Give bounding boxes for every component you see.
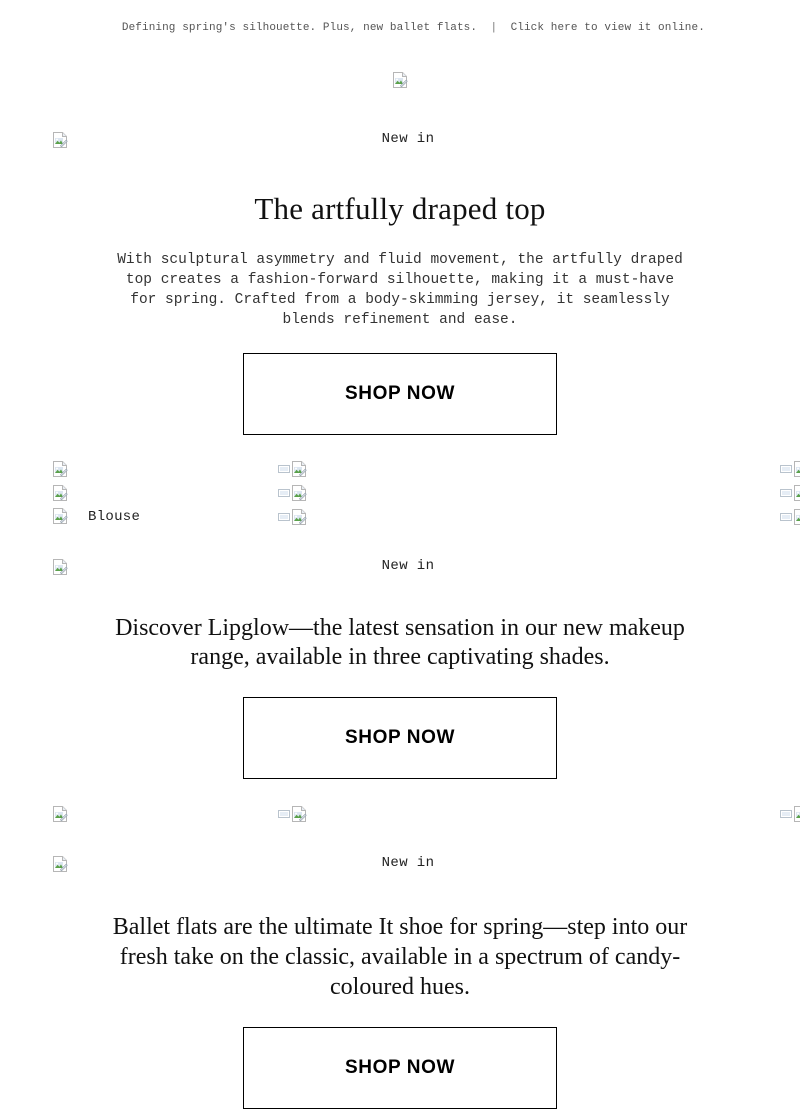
product-name: Blouse (88, 509, 141, 525)
page-title: The artfully draped top (254, 191, 546, 226)
broken-image-icon (392, 71, 408, 88)
section-eyebrow-lipglow: New in (0, 553, 800, 583)
image-frame-icon (780, 511, 793, 523)
product-column (533, 457, 800, 529)
section-eyebrow-ballet-flats: New in (0, 850, 800, 880)
section-body-artfully-draped-top: With sculptural asymmetry and fluid move… (117, 252, 683, 328)
image-frame-icon (780, 808, 793, 820)
section-eyebrow-artfully-draped-top: New in (0, 126, 800, 156)
shop-now-button[interactable]: SHOP NOW (243, 353, 557, 435)
product-image-cell[interactable] (0, 802, 267, 826)
product-label-cell[interactable]: Blouse (0, 505, 267, 529)
broken-image-icon (291, 805, 307, 822)
shop-now-button[interactable]: SHOP NOW (243, 1027, 557, 1109)
shop-now-button[interactable]: SHOP NOW (243, 697, 557, 779)
view-online-link[interactable]: Click here to view it online. (511, 22, 705, 34)
image-frame-icon (277, 463, 290, 475)
product-column (267, 802, 534, 826)
product-image-cell[interactable] (533, 457, 800, 481)
section-headline-lipglow: Discover Lipglow—the latest sensation in… (115, 615, 685, 670)
product-image-cell[interactable] (267, 481, 534, 505)
broken-image-icon (291, 484, 307, 501)
product-image-cell[interactable] (533, 802, 800, 826)
product-image-cell[interactable] (267, 802, 534, 826)
product-column (533, 802, 800, 826)
broken-image-icon (793, 508, 800, 525)
product-image-cell[interactable] (533, 481, 800, 505)
logo-row (0, 49, 800, 93)
eyebrow-label: New in (381, 855, 435, 871)
email-body: Defining spring's silhouette. Plus, new … (0, 0, 800, 1109)
broken-image-icon (52, 484, 68, 501)
image-frame-icon (277, 808, 290, 820)
image-frame-icon (780, 487, 793, 499)
image-frame-icon (277, 487, 290, 499)
eyebrow-label: New in (381, 131, 435, 147)
broken-image-icon (291, 508, 307, 525)
preheader: Defining spring's silhouette. Plus, new … (0, 0, 800, 49)
product-image-cell[interactable] (533, 505, 800, 529)
section-headline-ballet-flats: Ballet flats are the ultimate It shoe fo… (112, 914, 688, 1000)
cta-wrap-3: SHOP NOW (0, 1002, 800, 1109)
cta-wrap-2: SHOP NOW (0, 672, 800, 779)
broken-image-icon (52, 508, 68, 525)
product-image-cell[interactable] (267, 505, 534, 529)
image-frame-icon (277, 511, 290, 523)
broken-image-icon (793, 805, 800, 822)
product-column (0, 802, 267, 826)
broken-image-icon (52, 805, 68, 822)
eyebrow-label: New in (381, 558, 435, 574)
image-frame-icon (780, 463, 793, 475)
product-column: Blouse (0, 457, 267, 529)
product-column (267, 457, 534, 529)
broken-image-icon (291, 460, 307, 477)
product-grid (0, 802, 800, 826)
cta-wrap-1: SHOP NOW (0, 330, 800, 435)
product-image-cell[interactable] (267, 457, 534, 481)
preheader-message: Defining spring's silhouette. Plus, new … (121, 22, 478, 34)
product-grid: Blouse (0, 457, 800, 529)
broken-image-icon (793, 484, 800, 501)
broken-image-icon (793, 460, 800, 477)
product-image-cell[interactable] (0, 457, 267, 481)
broken-image-icon (52, 460, 68, 477)
product-image-cell[interactable] (0, 481, 267, 505)
